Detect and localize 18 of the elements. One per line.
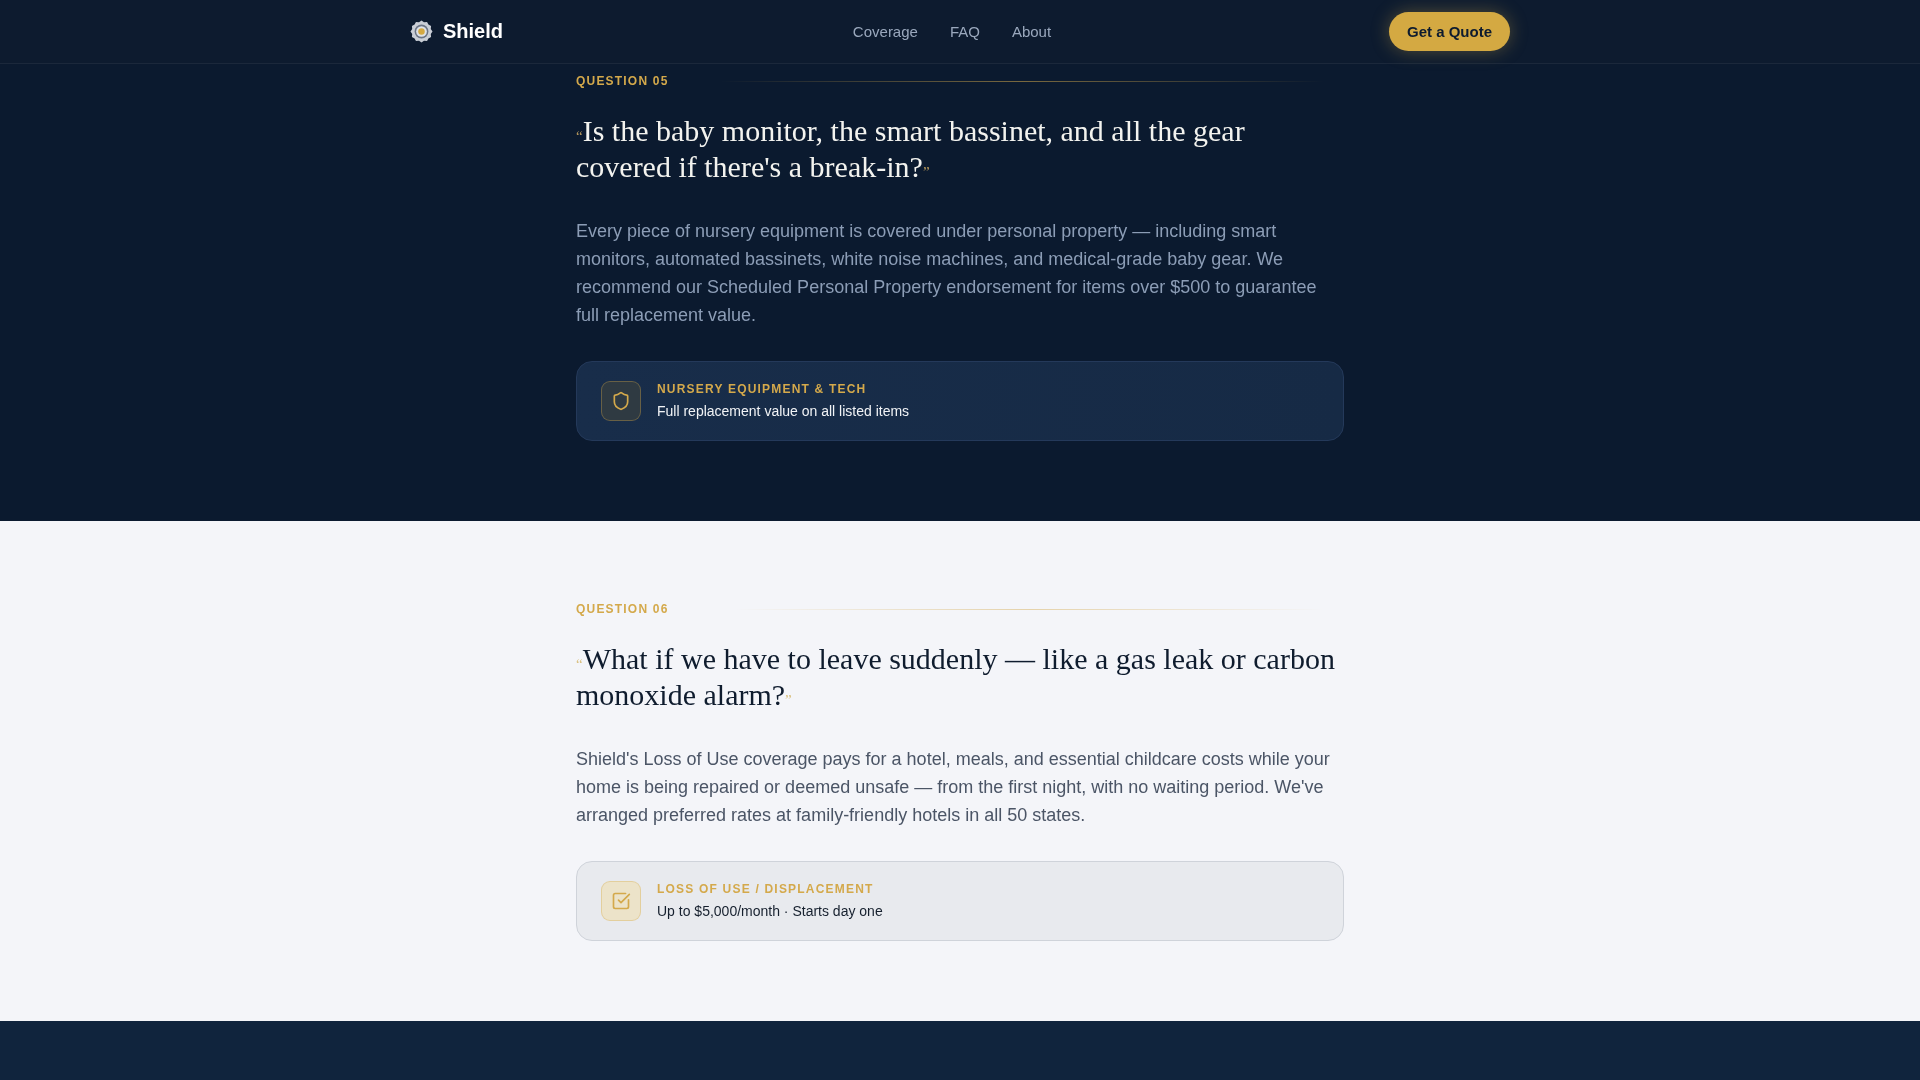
question-heading: “What if we have to leave suddenly — like a gas leak or carbon monoxide alarm?” (576, 641, 1336, 713)
question-number: QUESTION 06 (576, 601, 669, 617)
coverage-detail: Full replacement value on all listed items (657, 402, 910, 421)
coverage-title: NURSERY EQUIPMENT & TECH (657, 381, 868, 397)
logo-icon (410, 20, 433, 43)
brand-link[interactable]: Shield (410, 20, 503, 43)
nav-link[interactable]: Coverage (852, 23, 918, 40)
answer-text: Every piece of nursery equipment is covered under personal property — including smart monitors, automated bassinets, white noise machines, and medical-grade baby gear. We recommend our Scheduled Personal Property endorsement for items over $500 to guarantee full replacement value. (576, 220, 1318, 327)
answer-text: Shield's Loss of Use coverage pays for a hotel, meals, and essential childcare costs while your home is being repaired or deemed unsafe — from the first night, with no waiting period. We've arranged preferred rates at family-friendly hotels in all 50 states. (576, 748, 1331, 827)
get-quote-button[interactable]: Get a Quote (1388, 12, 1510, 51)
question-number: QUESTION 05 (576, 73, 669, 89)
coverage-title: LOSS OF USE / DISPLACEMENT (657, 881, 875, 897)
question-heading: “Is the baby monitor, the smart bassinet, and all the gear covered if there's a break-in?” (576, 113, 1246, 185)
shield-icon (601, 381, 641, 421)
nav-link[interactable]: FAQ (949, 23, 980, 40)
nav-link[interactable]: About (1011, 23, 1052, 40)
coverage-detail: Up to $5,000/month · Starts day one (657, 902, 883, 921)
checkbox-icon (601, 881, 641, 921)
